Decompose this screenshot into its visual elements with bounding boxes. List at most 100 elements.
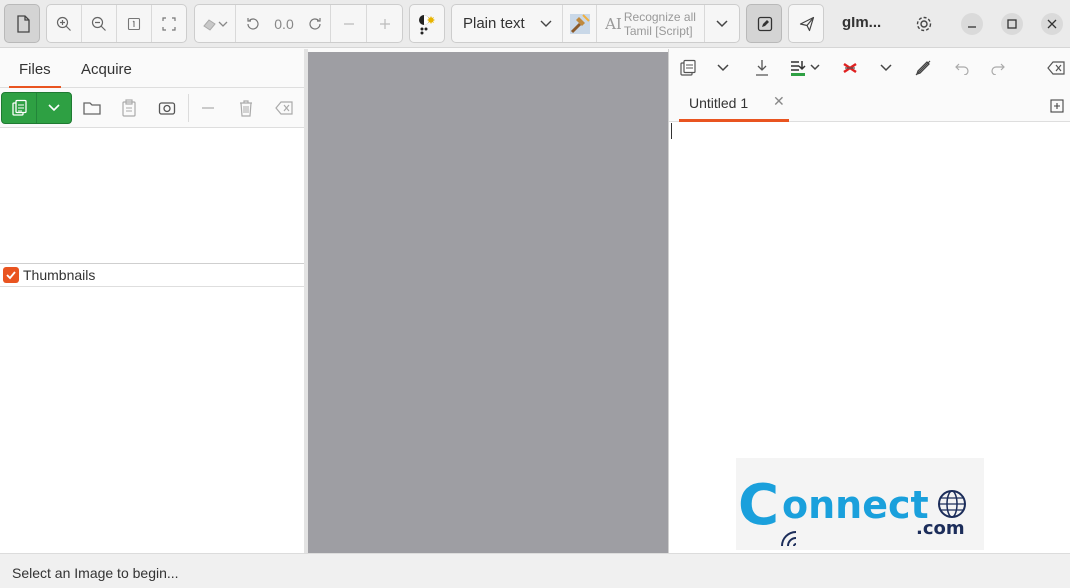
app-title: gIm... [842, 14, 882, 31]
watermark-brand-main: onnect [782, 483, 929, 527]
screenshot-button[interactable] [155, 96, 179, 120]
chevron-down-icon [880, 64, 892, 72]
zoom-original-icon [127, 17, 141, 30]
add-files-split-button[interactable] [1, 92, 72, 124]
left-tabs: Files Acquire [0, 49, 304, 89]
delete-button[interactable] [234, 96, 258, 120]
file-list[interactable] [0, 128, 305, 262]
minus-icon [202, 107, 214, 109]
new-tab-button[interactable] [1047, 95, 1067, 117]
thumbnails-toggle[interactable]: Thumbnails [0, 263, 305, 287]
left-panel: Files Acquire Thumbnails [0, 49, 305, 553]
recognize-button-group: Plain text AI Recognize all Tamil [Scrip… [451, 4, 740, 43]
recognize-all-button[interactable]: AI Recognize all Tamil [Script] [597, 5, 705, 42]
zoom-in-button[interactable] [47, 5, 82, 42]
insert-mode-dropdown[interactable] [789, 57, 823, 79]
image-tools-icon [203, 18, 228, 31]
add-files-icon [12, 99, 27, 116]
copy-options-dropdown[interactable] [714, 57, 732, 79]
edit-button[interactable] [746, 4, 782, 43]
increase-button[interactable] [367, 5, 402, 42]
redo-icon [991, 63, 1005, 75]
chevron-down-icon [716, 19, 728, 27]
clear-icon [275, 101, 293, 115]
document-tab-label: Untitled 1 [689, 95, 749, 111]
plus-icon [379, 18, 390, 29]
clear-button[interactable] [272, 96, 296, 120]
thumbnails-label: Thumbnails [23, 267, 96, 283]
remove-button[interactable] [196, 96, 220, 120]
image-adjust-button[interactable] [563, 5, 597, 42]
zoom-out-icon [91, 16, 106, 31]
undo-button[interactable] [951, 57, 973, 79]
save-icon [756, 60, 768, 76]
header-bar: 0.0 Plain text AI Recognize all Tamil [S… [0, 0, 1070, 48]
zoom-fit-button[interactable] [152, 5, 186, 42]
new-tab-icon [1050, 99, 1064, 113]
minus-icon [343, 22, 354, 25]
maximize-button[interactable] [1001, 13, 1023, 35]
watermark-brand-c: C [738, 473, 779, 538]
rotate-right-button[interactable] [299, 5, 331, 42]
copy-icon [680, 59, 696, 76]
zoom-original-button[interactable] [117, 5, 152, 42]
copy-button[interactable] [677, 57, 699, 79]
spellcheck-icon [915, 60, 931, 76]
strip-linebreaks-button[interactable] [839, 57, 861, 79]
open-folder-button[interactable] [80, 96, 104, 120]
tab-files[interactable]: Files [9, 61, 61, 89]
image-viewer[interactable] [308, 52, 668, 553]
add-files-button[interactable] [2, 93, 37, 123]
status-bar: Select an Image to begin... [0, 553, 1070, 588]
spellcheck-button[interactable] [912, 57, 934, 79]
close-icon [1047, 19, 1057, 29]
insert-icon [791, 61, 820, 76]
paste-button[interactable] [117, 96, 141, 120]
files-toolbar [0, 88, 305, 128]
watermark-brand-suffix: .com [916, 518, 965, 539]
recognize-options-dropdown[interactable] [705, 5, 739, 42]
output-mode-label: Plain text [463, 15, 525, 32]
send-icon [789, 5, 823, 42]
minimize-button[interactable] [961, 13, 983, 35]
rotate-right-icon [308, 17, 321, 30]
toolbar-separator [188, 94, 189, 122]
settings-button[interactable] [910, 4, 938, 43]
rotate-left-icon [246, 17, 259, 30]
send-button[interactable] [788, 4, 824, 43]
zoom-out-button[interactable] [82, 5, 117, 42]
recognize-label-line1: Recognize all [623, 9, 696, 24]
clear-text-icon [1047, 61, 1065, 75]
ocr-engine-button[interactable] [409, 4, 445, 43]
rotate-button-group: 0.0 [194, 4, 403, 43]
image-tools-dropdown[interactable] [195, 5, 236, 42]
rotate-left-button[interactable] [236, 5, 269, 42]
zoom-button-group [46, 4, 187, 43]
add-files-dropdown[interactable] [37, 93, 72, 123]
tab-untitled-1[interactable]: Untitled 1 ✕ [679, 87, 789, 122]
redo-button[interactable] [987, 57, 1009, 79]
rotation-value: 0.0 [274, 15, 294, 32]
decrease-button[interactable] [331, 5, 367, 42]
zoom-in-icon [56, 16, 71, 31]
tab-acquire[interactable]: Acquire [81, 61, 132, 78]
recognize-label-line2: Tamil [Script] [623, 23, 693, 38]
gear-icon [916, 16, 932, 31]
save-button[interactable] [751, 57, 773, 79]
checkmark-icon [6, 271, 16, 280]
edit-icon [747, 5, 781, 42]
erase-icon [843, 62, 857, 74]
chevron-down-icon [540, 20, 552, 27]
clear-text-button[interactable] [1045, 57, 1067, 79]
clipboard-icon [122, 99, 136, 117]
watermark-logo: C onnect .com [736, 458, 984, 550]
camera-icon [158, 102, 176, 115]
output-mode-dropdown[interactable]: Plain text [452, 5, 563, 42]
strip-options-dropdown[interactable] [877, 57, 895, 79]
close-tab-button[interactable]: ✕ [773, 93, 785, 110]
close-window-button[interactable] [1041, 13, 1063, 35]
thumbnails-checkbox[interactable] [3, 267, 19, 283]
document-tabs: Untitled 1 ✕ [669, 87, 1070, 122]
new-document-button[interactable] [4, 4, 40, 43]
zoom-fit-icon [162, 16, 176, 31]
